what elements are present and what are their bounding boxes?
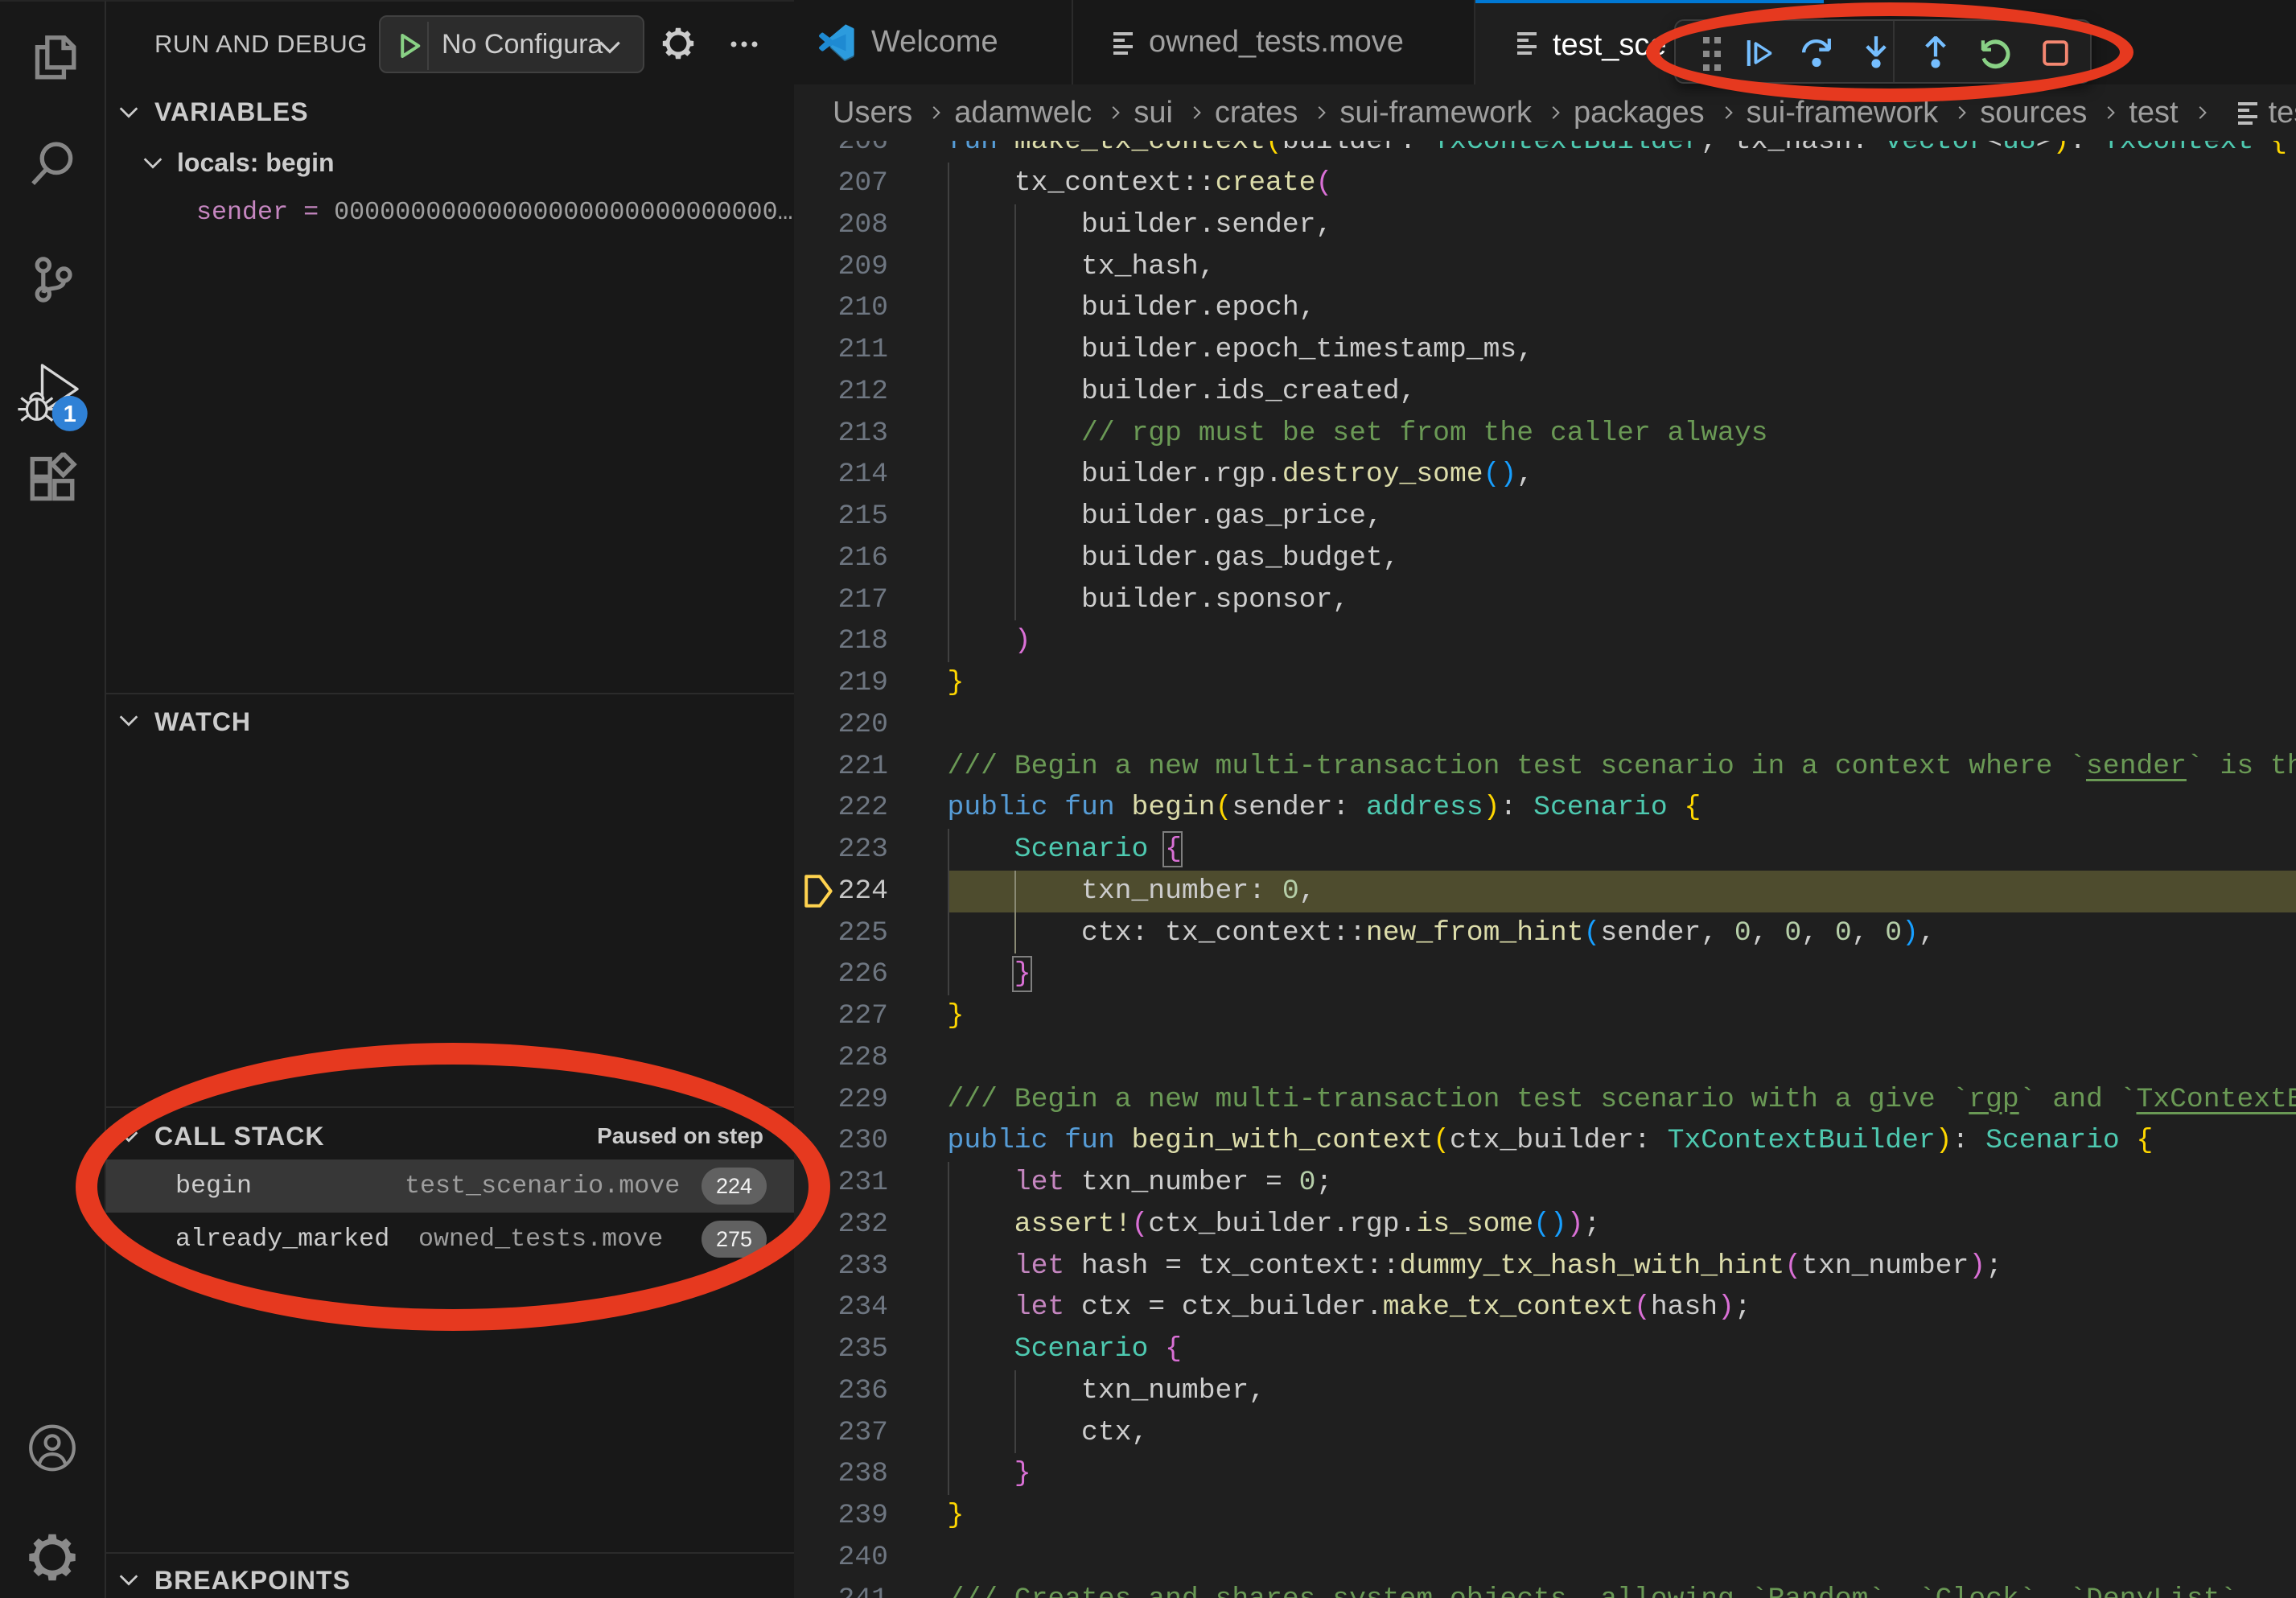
svg-text:1: 1 xyxy=(64,402,76,427)
